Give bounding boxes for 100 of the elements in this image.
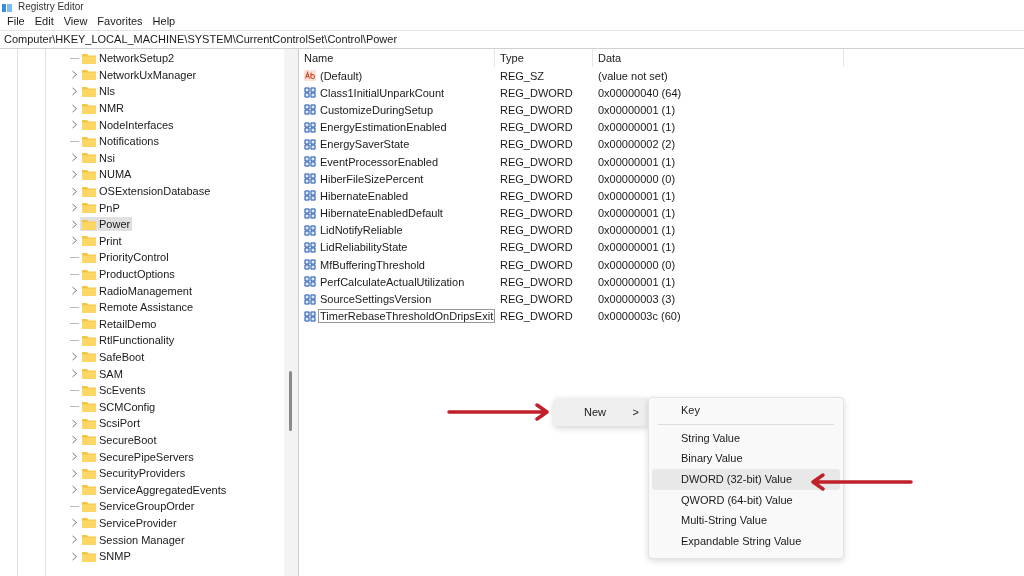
value-data: 0x00000001 (1) bbox=[597, 103, 677, 116]
tree-item[interactable]: Remote Assistance bbox=[80, 300, 196, 315]
tree-item[interactable]: ServiceAggregatedEvents bbox=[80, 482, 229, 497]
tree-item[interactable]: PriorityControl bbox=[80, 250, 171, 265]
folder-icon bbox=[82, 550, 96, 562]
tree-item[interactable]: ScEvents bbox=[80, 383, 148, 398]
folder-icon bbox=[82, 434, 96, 446]
menu-item[interactable]: Favorites bbox=[92, 15, 148, 27]
column-header[interactable]: Name bbox=[299, 49, 495, 67]
folder-icon bbox=[82, 86, 96, 97]
tree-item[interactable]: SecurityProviders bbox=[80, 466, 188, 481]
tree-item[interactable]: NMR bbox=[80, 101, 127, 116]
value-name[interactable]: EventProcessorEnabled bbox=[318, 154, 440, 169]
binary-value-icon bbox=[304, 104, 316, 116]
menu-item[interactable]: Binary Value bbox=[652, 448, 840, 470]
folder-icon bbox=[82, 401, 96, 413]
menu-item[interactable]: Multi-String Value bbox=[652, 510, 840, 532]
folder-icon bbox=[82, 500, 96, 512]
value-name[interactable]: HibernateEnabled bbox=[318, 188, 411, 203]
value-type: REG_DWORD bbox=[499, 86, 574, 99]
binary-value-icon bbox=[304, 121, 316, 133]
tree-item[interactable]: Print bbox=[80, 233, 124, 248]
tree-item[interactable]: RadioManagement bbox=[80, 283, 194, 298]
folder-icon bbox=[82, 135, 96, 147]
menu-item[interactable]: String Value bbox=[652, 427, 840, 449]
address-bar[interactable]: Computer\HKEY_LOCAL_MACHINE\SYSTEM\CurrentControlSet\Control\Power bbox=[0, 30, 1024, 49]
value-type: REG_DWORD bbox=[499, 275, 574, 288]
tree-item[interactable]: SCMConfig bbox=[80, 399, 158, 414]
value-name[interactable]: LidNotifyReliable bbox=[318, 223, 405, 238]
value-data: 0x00000001 (1) bbox=[597, 189, 677, 202]
menu-item[interactable]: New > bbox=[554, 398, 649, 426]
value-data: 0x00000003 (3) bbox=[597, 293, 677, 306]
folder-icon bbox=[82, 517, 96, 529]
value-type: REG_SZ bbox=[499, 69, 545, 82]
binary-value-icon bbox=[304, 87, 316, 99]
menu-item[interactable]: Edit bbox=[29, 15, 59, 27]
value-name[interactable]: EnergyEstimationEnabled bbox=[318, 120, 449, 135]
menu-item[interactable]: QWORD (64-bit) Value bbox=[652, 489, 840, 511]
folder-icon bbox=[82, 251, 96, 263]
menu-item[interactable]: DWORD (32-bit) Value bbox=[652, 469, 840, 490]
value-data: 0x00000000 (0) bbox=[597, 258, 677, 271]
tree-item[interactable]: PnP bbox=[80, 200, 122, 215]
menu-item[interactable]: Key bbox=[652, 400, 840, 421]
column-header[interactable]: Type bbox=[495, 49, 593, 67]
binary-value-icon bbox=[304, 156, 316, 168]
tree-item[interactable]: Nsi bbox=[80, 150, 117, 165]
folder-icon bbox=[82, 451, 96, 463]
menu-item[interactable]: Expandable String Value bbox=[652, 531, 840, 552]
value-type: REG_DWORD bbox=[499, 103, 574, 116]
tree-item[interactable]: RtlFunctionality bbox=[80, 333, 177, 348]
value-name[interactable]: TimerRebaseThresholdOnDripsExit bbox=[318, 309, 496, 324]
tree-item[interactable]: NetworkUxManager bbox=[80, 67, 199, 82]
value-type: REG_DWORD bbox=[499, 310, 574, 323]
value-name[interactable]: PerfCalculateActualUtilization bbox=[318, 274, 467, 289]
menu-item[interactable]: File bbox=[2, 15, 30, 27]
folder-icon bbox=[82, 318, 96, 330]
tree-item[interactable]: RetailDemo bbox=[80, 316, 159, 331]
folder-icon bbox=[82, 351, 96, 363]
tree-item[interactable]: NodeInterfaces bbox=[80, 117, 176, 132]
folder-icon bbox=[82, 102, 96, 114]
binary-value-icon bbox=[304, 259, 316, 271]
tree-item[interactable]: ScsiPort bbox=[80, 416, 142, 431]
tree-item[interactable]: NetworkSetup2 bbox=[80, 51, 177, 66]
value-name[interactable]: (Default) bbox=[318, 68, 365, 83]
value-type: REG_DWORD bbox=[499, 172, 574, 185]
tree-item[interactable]: Session Manager bbox=[80, 532, 187, 547]
tree-item[interactable]: OSExtensionDatabase bbox=[80, 184, 213, 199]
value-name[interactable]: CustomizeDuringSetup bbox=[318, 102, 436, 117]
tree-item[interactable]: Power bbox=[80, 217, 133, 232]
string-value-icon bbox=[304, 70, 316, 82]
binary-value-icon bbox=[304, 276, 316, 288]
value-data: 0x00000002 (2) bbox=[597, 138, 677, 151]
scrollbar-thumb[interactable] bbox=[289, 371, 292, 431]
tree-item[interactable]: ServiceProvider bbox=[80, 515, 179, 530]
tree-item[interactable]: SAM bbox=[80, 366, 125, 381]
value-name[interactable]: SourceSettingsVersion bbox=[318, 292, 434, 307]
tree-item[interactable]: ServiceGroupOrder bbox=[80, 499, 197, 514]
tree-item[interactable]: Nls bbox=[80, 84, 117, 99]
value-type: REG_DWORD bbox=[499, 258, 574, 271]
value-name[interactable]: LidReliabilityState bbox=[318, 240, 410, 255]
value-name[interactable]: MfBufferingThreshold bbox=[318, 257, 427, 272]
binary-value-icon bbox=[304, 138, 316, 150]
tree-item[interactable]: SecureBoot bbox=[80, 432, 159, 447]
menu-item[interactable]: Help bbox=[147, 15, 181, 27]
folder-icon bbox=[82, 202, 96, 214]
folder-icon bbox=[82, 301, 96, 313]
value-type: REG_DWORD bbox=[499, 138, 574, 151]
value-name[interactable]: HibernateEnabledDefault bbox=[318, 206, 445, 221]
tree-item[interactable]: ProductOptions bbox=[80, 267, 177, 281]
folder-icon bbox=[82, 152, 96, 164]
tree-item[interactable]: SNMP bbox=[80, 549, 133, 564]
column-header[interactable]: Data bbox=[593, 49, 844, 67]
tree-item[interactable]: SafeBoot bbox=[80, 350, 147, 364]
tree-item[interactable]: SecurePipeServers bbox=[80, 449, 196, 464]
tree-item[interactable]: NUMA bbox=[80, 167, 134, 182]
menu-item[interactable]: View bbox=[58, 15, 93, 27]
value-name[interactable]: EnergySaverState bbox=[318, 137, 412, 152]
tree-item[interactable]: Notifications bbox=[80, 134, 161, 149]
value-name[interactable]: HiberFileSizePercent bbox=[318, 171, 426, 186]
value-name[interactable]: Class1InitialUnparkCount bbox=[318, 85, 447, 100]
